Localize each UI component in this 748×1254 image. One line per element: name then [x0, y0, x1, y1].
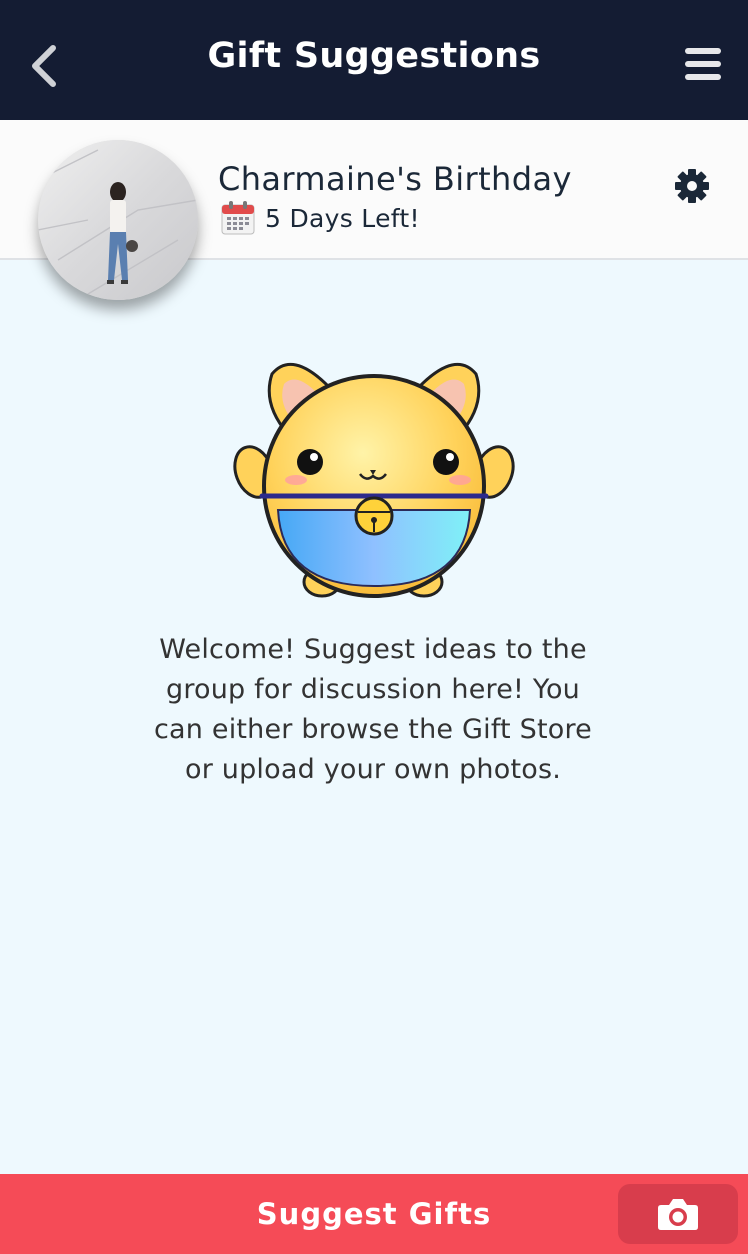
countdown: 5 Days Left! — [220, 200, 420, 236]
upload-photo-button[interactable] — [618, 1184, 738, 1244]
menu-button[interactable] — [678, 44, 728, 84]
page-title: Gift Suggestions — [207, 36, 541, 76]
bottom-action-bar: Suggest Gifts — [0, 1174, 748, 1254]
hamburger-menu-icon-bar — [685, 61, 721, 67]
cat-mascot-icon — [233, 363, 515, 598]
top-navigation-bar: Gift Suggestions — [0, 0, 748, 120]
countdown-text: 5 Days Left! — [265, 203, 420, 233]
avatar[interactable] — [38, 140, 198, 300]
profile-photo — [38, 140, 198, 300]
camera-icon — [658, 1199, 698, 1230]
welcome-message: Welcome! Suggest ideas to the group for … — [154, 634, 592, 785]
hamburger-menu-icon-bar — [685, 74, 721, 80]
hamburger-menu-icon — [685, 48, 721, 54]
event-title: Charmaine's Birthday — [218, 160, 572, 198]
settings-button[interactable] — [672, 166, 712, 206]
gear-icon — [675, 169, 709, 203]
calendar-icon — [221, 201, 255, 235]
